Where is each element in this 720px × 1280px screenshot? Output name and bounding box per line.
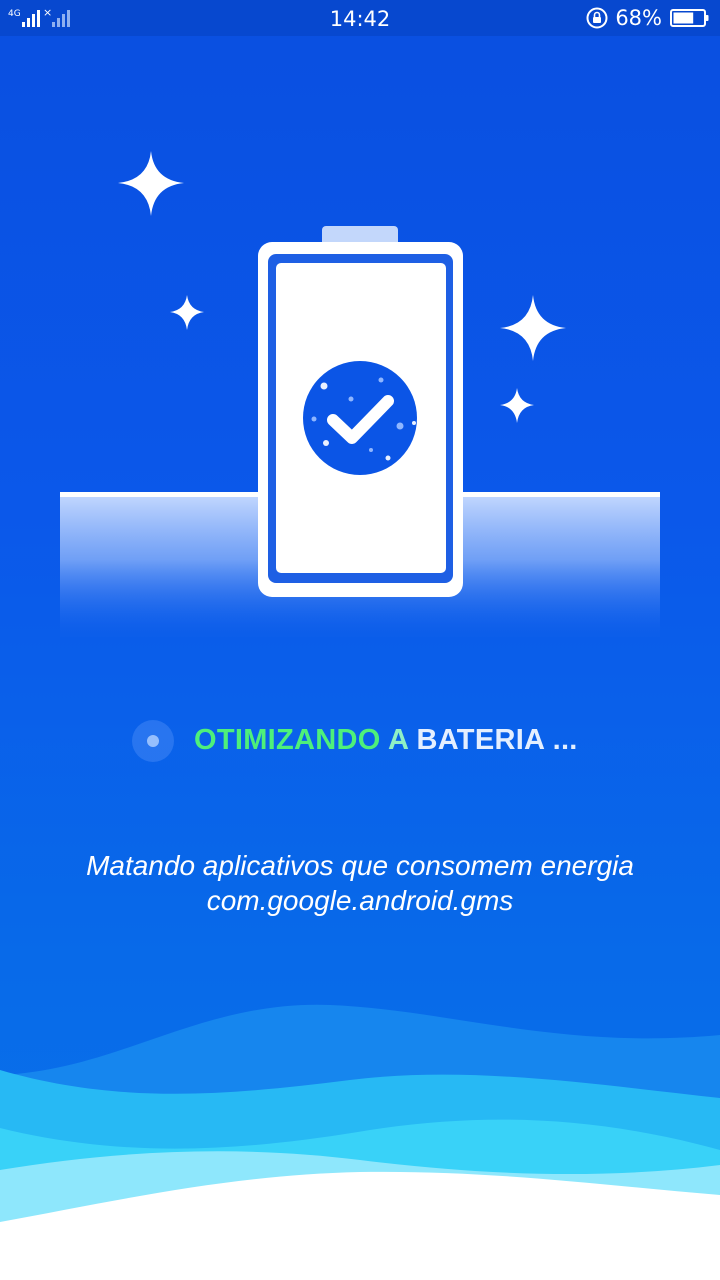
sparkle-icon: [500, 388, 534, 423]
battery-percent: 68%: [615, 6, 662, 30]
current-app-package: com.google.android.gms: [206, 885, 514, 916]
optimizing-word-1: OTIMIZANDO: [194, 724, 381, 756]
optimizing-word-2: A: [387, 724, 409, 756]
optimizing-word-3: BATERIA ...: [416, 724, 578, 756]
check-circle-icon: [303, 361, 417, 475]
loading-spinner-icon: [132, 720, 174, 762]
optimizing-title: OTIMIZANDO A BATERIA ...: [194, 724, 578, 757]
sparkle-icon: [170, 295, 204, 330]
hero-illustration: [60, 151, 660, 637]
status-bar: 4G × 14:42 68%: [0, 0, 720, 36]
sparkle-icon: [500, 295, 566, 361]
description-line-1: Matando aplicativos que consomem energia: [86, 850, 634, 881]
wave-decoration: [0, 1004, 720, 1280]
rotation-lock-icon: [586, 7, 608, 29]
status-right-group: 68%: [585, 5, 710, 31]
battery-icon: [670, 9, 709, 27]
sparkle-icon: [118, 151, 184, 216]
optimizing-status: OTIMIZANDO A BATERIA ...: [0, 718, 720, 764]
